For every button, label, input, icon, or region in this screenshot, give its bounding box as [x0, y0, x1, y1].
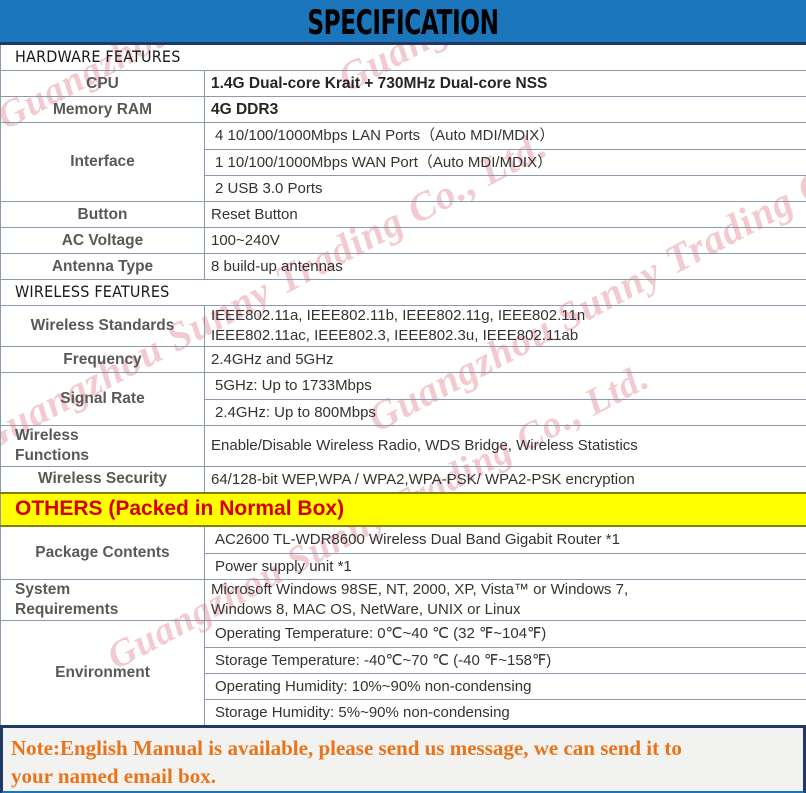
page-banner: SPECIFICATION: [0, 0, 806, 42]
note-line-2: your named email box.: [11, 763, 216, 788]
table-row: WIRELESS FEATURES: [0, 279, 806, 306]
interface-line-2: 1 10/100/1000Mbps WAN Port（Auto MDI/MDIX…: [205, 149, 806, 175]
row-label-wireless-functions: Wireless Functions: [0, 425, 205, 467]
table-row: Wireless Security 64/128-bit WEP,WPA / W…: [0, 466, 806, 493]
system-requirements-line-2: Windows 8, MAC OS, NetWare, UNIX or Linu…: [211, 600, 521, 618]
system-requirements-label-line-1: System: [15, 580, 71, 598]
table-row: Wireless Standards IEEE802.11a, IEEE802.…: [0, 305, 806, 347]
table-row: Button Reset Button: [0, 201, 806, 228]
interface-line-3: 2 USB 3.0 Ports: [205, 175, 806, 201]
page-title: SPECIFICATION: [307, 2, 499, 43]
note-box: Note:English Manual is available, please…: [0, 727, 806, 793]
table-row: Interface 4 10/100/1000Mbps LAN Ports（Au…: [0, 122, 806, 202]
table-row: Signal Rate 5GHz: Up to 1733Mbps 2.4GHz:…: [0, 372, 806, 426]
row-value-signal-rate: 5GHz: Up to 1733Mbps 2.4GHz: Up to 800Mb…: [203, 372, 806, 426]
signal-rate-line-1: 5GHz: Up to 1733Mbps: [215, 377, 372, 394]
row-label-ac-voltage: AC Voltage: [0, 227, 205, 254]
row-value-wireless-functions: Enable/Disable Wireless Radio, WDS Bridg…: [203, 425, 806, 467]
row-value-antenna-type: 8 build-up antennas: [203, 253, 806, 280]
note-line-1: Note:English Manual is available, please…: [11, 735, 682, 760]
section-header-others: OTHERS (Packed in Normal Box): [0, 491, 806, 527]
row-value-interface: 4 10/100/1000Mbps LAN Ports（Auto MDI/MDI…: [203, 122, 806, 202]
standards-line-1: IEEE802.11a, IEEE802.11b, IEEE802.11g, I…: [211, 307, 586, 324]
system-requirements-label-line-2: Requirements: [15, 600, 119, 618]
environment-line-3: Operating Humidity: 10%~90% non-condensi…: [205, 672, 806, 699]
row-value-wireless-standards: IEEE802.11a, IEEE802.11b, IEEE802.11g, I…: [203, 305, 806, 347]
row-label-interface: Interface: [0, 122, 205, 202]
wireless-functions-label-line-1: Wireless: [15, 427, 79, 444]
row-value-cpu: 1.4G Dual-core Krait + 730MHz Dual-core …: [203, 70, 806, 97]
package-line-2: Power supply unit *1: [205, 552, 806, 579]
row-value-wireless-security: 64/128-bit WEP,WPA / WPA2,WPA-PSK/ WPA2-…: [203, 466, 806, 493]
row-label-wireless-standards: Wireless Standards: [0, 305, 205, 347]
system-requirements-line-1: Microsoft Windows 98SE, NT, 2000, XP, Vi…: [211, 580, 629, 598]
row-label-environment: Environment: [0, 619, 205, 728]
row-value-ac-voltage: 100~240V: [203, 227, 806, 254]
row-label-signal-rate: Signal Rate: [0, 372, 205, 426]
table-row: HARDWARE FEATURES: [0, 42, 806, 71]
row-label-button: Button: [0, 201, 205, 228]
section-header-hardware: HARDWARE FEATURES: [0, 42, 806, 71]
table-row: AC Voltage 100~240V: [0, 227, 806, 254]
package-line-1: AC2600 TL-WDR8600 Wireless Dual Band Gig…: [215, 530, 620, 548]
table-row: Environment Operating Temperature: 0℃~40…: [0, 619, 806, 728]
row-value-button: Reset Button: [203, 201, 806, 228]
environment-line-1: Operating Temperature: 0℃~40 ℃ (32 ℉~104…: [215, 624, 547, 642]
environment-line-2: Storage Temperature: -40℃~70 ℃ (-40 ℉~15…: [205, 646, 806, 673]
row-label-wireless-security: Wireless Security: [0, 466, 205, 493]
row-value-environment: Operating Temperature: 0℃~40 ℃ (32 ℉~104…: [203, 619, 806, 728]
row-label-frequency: Frequency: [0, 346, 205, 373]
specification-table: HARDWARE FEATURES CPU 1.4G Dual-core Kra…: [0, 42, 806, 728]
environment-line-4: Storage Humidity: 5%~90% non-condensing: [205, 698, 806, 725]
row-label-memory-ram: Memory RAM: [0, 96, 205, 123]
table-row: Wireless Functions Enable/Disable Wirele…: [0, 425, 806, 467]
wireless-functions-label-line-2: Functions: [15, 447, 90, 464]
table-row: Antenna Type 8 build-up antennas: [0, 253, 806, 280]
row-value-system-requirements: Microsoft Windows 98SE, NT, 2000, XP, Vi…: [203, 578, 806, 621]
table-row: Package Contents AC2600 TL-WDR8600 Wirel…: [0, 525, 806, 580]
row-value-frequency: 2.4GHz and 5GHz: [203, 346, 806, 373]
row-label-package-contents: Package Contents: [0, 525, 205, 580]
interface-line-1: 4 10/100/1000Mbps LAN Ports（Auto MDI/MDI…: [215, 127, 555, 144]
table-row: System Requirements Microsoft Windows 98…: [0, 578, 806, 621]
specification-page: Guangzhou Sunny Trading Co., Ltd. Guangz…: [0, 0, 806, 793]
table-row: Frequency 2.4GHz and 5GHz: [0, 346, 806, 373]
table-row: Memory RAM 4G DDR3: [0, 96, 806, 123]
row-value-package-contents: AC2600 TL-WDR8600 Wireless Dual Band Gig…: [203, 525, 806, 580]
signal-rate-line-2: 2.4GHz: Up to 800Mbps: [205, 399, 806, 425]
row-label-antenna-type: Antenna Type: [0, 253, 205, 280]
table-row: OTHERS (Packed in Normal Box): [0, 491, 806, 527]
row-label-system-requirements: System Requirements: [0, 578, 205, 621]
table-row: CPU 1.4G Dual-core Krait + 730MHz Dual-c…: [0, 70, 806, 97]
row-label-cpu: CPU: [0, 70, 205, 97]
standards-line-2: IEEE802.11ac, IEEE802.3, IEEE802.3u, IEE…: [211, 327, 579, 344]
section-header-wireless: WIRELESS FEATURES: [0, 279, 806, 306]
row-value-memory-ram: 4G DDR3: [203, 96, 806, 123]
